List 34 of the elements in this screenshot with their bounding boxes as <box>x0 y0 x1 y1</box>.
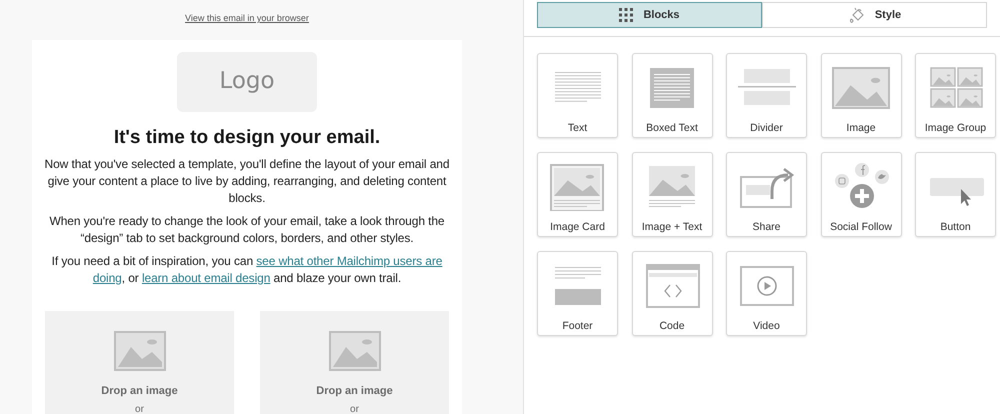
text-link[interactable]: doing <box>92 271 122 285</box>
image-drop-zone[interactable]: Drop an image or <box>45 311 234 414</box>
email-heading: It's time to design your email. <box>114 126 380 150</box>
body-paragraph: Now that you've selected a template, you'll define the layout of your email and give your content a place to live by adding, rearranging, and deleting content blocks. <box>44 156 450 207</box>
content-block-tile[interactable]: Image Group <box>915 53 996 138</box>
content-block-tile[interactable]: Text <box>537 53 618 138</box>
content-block-tile[interactable]: Button <box>915 152 996 237</box>
or-label: or <box>135 402 144 414</box>
body-paragraph: When you're ready to change the look of your email, take a look through the “design” tab to set background colors, borders, and other styles. <box>48 213 446 247</box>
drop-label: Drop an image <box>101 384 178 399</box>
content-block-tile[interactable]: Image + Text <box>632 152 712 237</box>
content-block-tile[interactable]: Social Follow <box>820 152 902 237</box>
panel-tab[interactable]: Style <box>762 2 987 28</box>
inspiration-paragraph: If you need a bit of inspiration, you can see what other Mailchimp users are doing, or learn about email design and blaze your own trail. <box>50 253 444 287</box>
content-block-tile[interactable]: Image <box>820 53 902 138</box>
content-block-tile[interactable]: Image Card <box>537 152 618 237</box>
panel-tab[interactable]: Blocks <box>537 2 762 28</box>
content-block-tile[interactable]: Divider <box>726 53 807 138</box>
content-block-tile[interactable]: Code <box>632 251 712 336</box>
text-link[interactable]: learn about email design <box>142 271 270 285</box>
content-block-tile[interactable]: Share <box>726 152 807 237</box>
image-placeholder-icon <box>328 331 380 371</box>
content-block-tile[interactable]: Video <box>726 251 807 336</box>
drop-label: Drop an image <box>316 384 393 399</box>
or-label: or <box>350 402 359 414</box>
image-drop-zone[interactable]: Drop an image or <box>260 311 449 414</box>
content-block-tile[interactable]: Boxed Text <box>632 53 712 138</box>
landscape-icon <box>830 64 892 112</box>
image-placeholder-icon <box>114 331 166 371</box>
content-block-tile[interactable]: Footer <box>537 251 618 336</box>
grid-icon <box>619 8 634 22</box>
text-link[interactable]: see what other Mailchimp users are <box>256 254 442 268</box>
paint-bucket-icon <box>848 6 865 24</box>
browser-view-link[interactable]: View this email in your browser <box>185 12 309 26</box>
